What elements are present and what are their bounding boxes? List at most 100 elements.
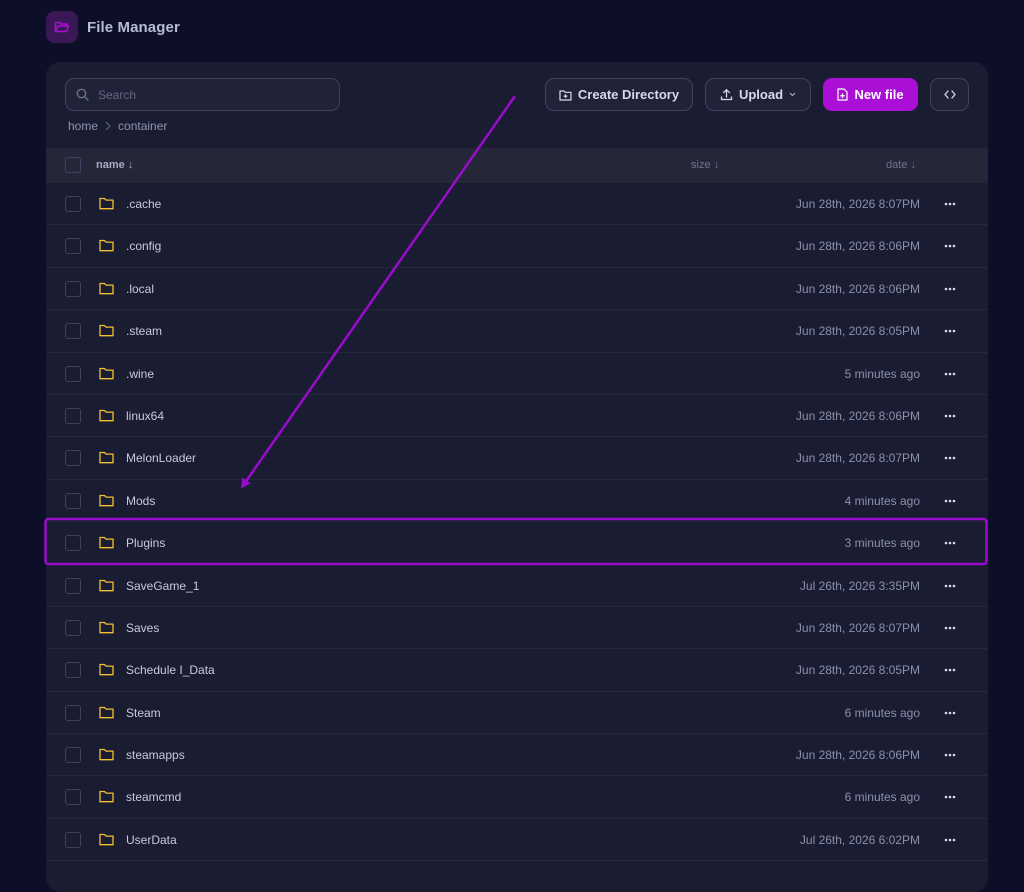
- table-row[interactable]: MelonLoader Jun 28th, 2026 8:07PM: [46, 437, 988, 480]
- table-row[interactable]: steamapps Jun 28th, 2026 8:06PM: [46, 734, 988, 777]
- folder-icon: [99, 791, 114, 803]
- upload-button[interactable]: Upload: [705, 78, 811, 111]
- file-date: Jun 28th, 2026 8:06PM: [795, 408, 920, 423]
- table-row[interactable]: .cache Jun 28th, 2026 8:07PM: [46, 183, 988, 226]
- file-name[interactable]: steamcmd: [126, 790, 181, 804]
- folder-icon: [99, 452, 114, 464]
- column-header-size[interactable]: size ↓: [691, 159, 719, 171]
- file-name[interactable]: .steam: [126, 324, 162, 338]
- code-view-button[interactable]: [930, 78, 969, 111]
- file-name[interactable]: SaveGame_1: [126, 579, 199, 593]
- table-row[interactable]: SaveGame_1 Jul 26th, 2026 3:35PM: [46, 565, 988, 607]
- row-checkbox[interactable]: [65, 450, 81, 467]
- file-date: 6 minutes ago: [844, 790, 920, 805]
- more-horizontal-icon: [944, 457, 956, 460]
- row-checkbox[interactable]: [65, 789, 81, 806]
- row-checkbox[interactable]: [65, 831, 81, 848]
- more-horizontal-icon: [944, 796, 956, 799]
- row-checkbox[interactable]: [65, 280, 81, 297]
- more-horizontal-icon: [944, 329, 956, 333]
- file-name[interactable]: UserData: [126, 833, 177, 847]
- file-name[interactable]: .local: [126, 282, 154, 296]
- file-name[interactable]: MelonLoader: [126, 451, 196, 465]
- search-box[interactable]: [65, 78, 340, 111]
- table-row[interactable]: .local Jun 28th, 2026 8:06PM: [46, 268, 988, 311]
- row-checkbox[interactable]: [65, 238, 81, 255]
- table-row[interactable]: UserData Jul 26th, 2026 6:02PM: [46, 819, 988, 862]
- file-name[interactable]: Plugins: [126, 536, 165, 550]
- more-options-button[interactable]: [940, 449, 960, 467]
- more-options-button[interactable]: [940, 365, 960, 383]
- file-date: Jun 28th, 2026 8:07PM: [795, 451, 920, 466]
- table-row[interactable]: .steam Jun 28th, 2026 8:05PM: [46, 310, 988, 353]
- row-checkbox[interactable]: [65, 662, 81, 679]
- folder-icon: [99, 282, 114, 295]
- row-checkbox[interactable]: [65, 407, 81, 424]
- table-row[interactable]: [46, 861, 988, 892]
- file-name[interactable]: steamapps: [126, 748, 185, 762]
- row-checkbox[interactable]: [65, 747, 81, 764]
- row-checkbox[interactable]: [65, 535, 81, 552]
- more-options-button[interactable]: [940, 195, 960, 213]
- folder-icon: [99, 706, 114, 719]
- page-title: File Manager: [87, 18, 180, 36]
- table-row[interactable]: .wine 5 minutes ago: [46, 353, 988, 395]
- folder-icon: [99, 325, 114, 337]
- more-horizontal-icon: [944, 202, 956, 206]
- column-header-date[interactable]: date ↓: [886, 159, 916, 171]
- breadcrumb-home[interactable]: home: [68, 119, 98, 133]
- file-date: Jun 28th, 2026 8:05PM: [795, 324, 920, 339]
- row-checkbox[interactable]: [65, 492, 81, 509]
- table-row[interactable]: .config Jun 28th, 2026 8:06PM: [46, 225, 988, 268]
- file-date: Jun 28th, 2026 8:06PM: [795, 281, 920, 296]
- create-directory-button[interactable]: Create Directory: [545, 78, 693, 111]
- new-file-button[interactable]: New file: [823, 78, 918, 111]
- more-options-button[interactable]: [940, 788, 960, 806]
- table-row[interactable]: linux64 Jun 28th, 2026 8:06PM: [46, 395, 988, 438]
- table-row-plugins[interactable]: Plugins 3 minutes ago: [46, 522, 988, 565]
- file-date: 4 minutes ago: [844, 493, 920, 508]
- more-options-button[interactable]: [940, 704, 960, 722]
- more-options-button[interactable]: [940, 492, 960, 510]
- file-name[interactable]: Saves: [126, 621, 159, 635]
- more-options-button[interactable]: [940, 577, 960, 595]
- file-name[interactable]: .config: [126, 239, 161, 253]
- breadcrumb: home container: [68, 119, 167, 133]
- table-row[interactable]: Saves Jun 28th, 2026 8:07PM: [46, 607, 988, 650]
- more-horizontal-icon: [944, 668, 956, 672]
- more-options-button[interactable]: [940, 831, 960, 849]
- more-options-button[interactable]: [940, 237, 960, 255]
- table-row[interactable]: Steam 6 minutes ago: [46, 692, 988, 735]
- file-manager-panel: home container Create Directory Upload N…: [46, 62, 988, 892]
- breadcrumb-container[interactable]: container: [118, 119, 167, 133]
- more-options-button[interactable]: [940, 661, 960, 679]
- row-checkbox[interactable]: [65, 196, 81, 212]
- more-options-button[interactable]: [940, 280, 960, 298]
- column-header-name[interactable]: name ↓: [96, 159, 133, 171]
- file-name[interactable]: .wine: [126, 367, 154, 381]
- more-options-button[interactable]: [940, 534, 960, 552]
- table-row[interactable]: Schedule I_Data Jun 28th, 2026 8:05PM: [46, 649, 988, 692]
- table-row[interactable]: steamcmd 6 minutes ago: [46, 776, 988, 819]
- folder-icon: [99, 664, 114, 676]
- more-horizontal-icon: [944, 838, 956, 842]
- row-checkbox[interactable]: [65, 619, 81, 636]
- file-name[interactable]: Mods: [126, 494, 155, 508]
- more-horizontal-icon: [944, 245, 956, 248]
- row-checkbox[interactable]: [65, 577, 81, 594]
- row-checkbox[interactable]: [65, 704, 81, 721]
- more-options-button[interactable]: [940, 322, 960, 340]
- row-checkbox[interactable]: [65, 365, 81, 382]
- folder-icon: [99, 748, 114, 761]
- more-options-button[interactable]: [940, 619, 960, 637]
- more-options-button[interactable]: [940, 407, 960, 425]
- table-row[interactable]: Mods 4 minutes ago: [46, 480, 988, 523]
- file-name[interactable]: linux64: [126, 409, 164, 423]
- file-name[interactable]: Schedule I_Data: [126, 663, 215, 677]
- select-all-checkbox[interactable]: [65, 157, 81, 173]
- search-input[interactable]: [96, 86, 326, 103]
- file-name[interactable]: .cache: [126, 197, 161, 211]
- row-checkbox[interactable]: [65, 323, 81, 340]
- file-name[interactable]: Steam: [126, 706, 161, 720]
- more-options-button[interactable]: [940, 746, 960, 764]
